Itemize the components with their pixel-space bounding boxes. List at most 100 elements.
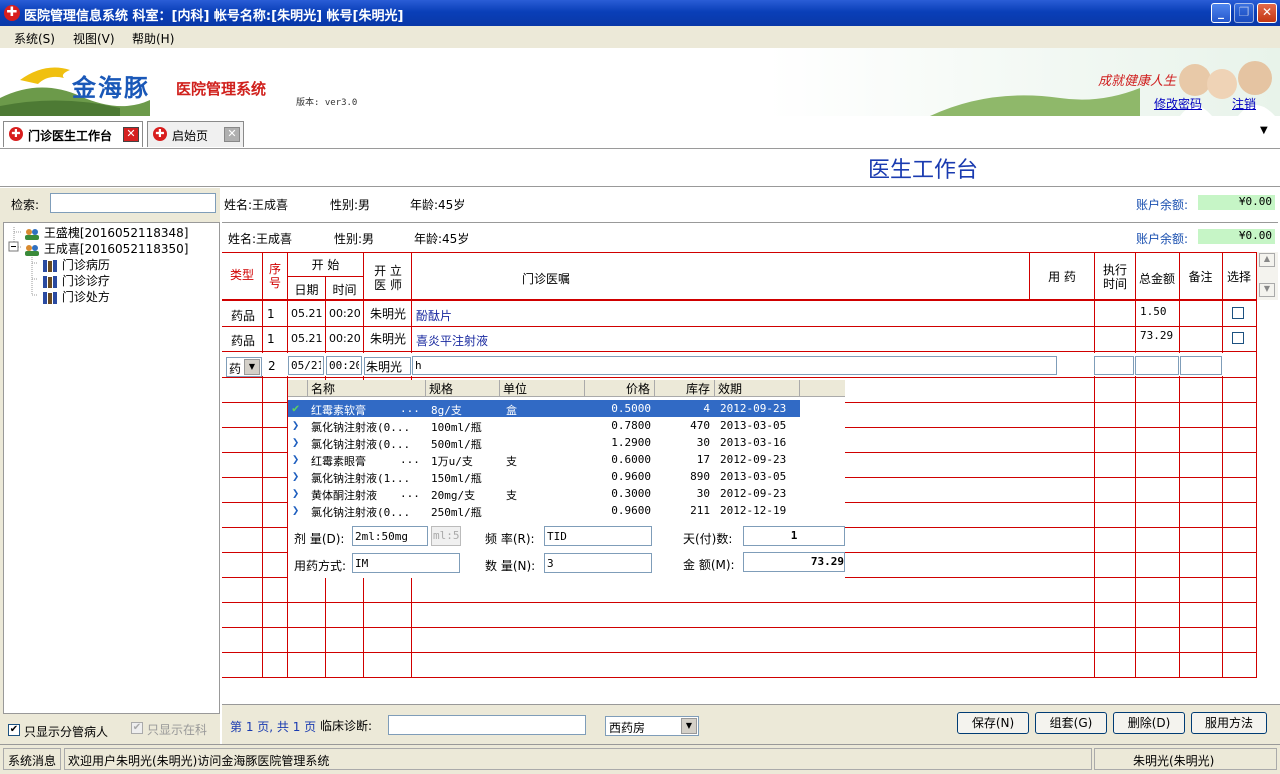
drug-spec: 150ml/瓶 bbox=[431, 472, 482, 485]
dose-input[interactable] bbox=[352, 526, 428, 546]
col-time: 时间 bbox=[332, 283, 357, 297]
tree-item-label: 门诊病历 bbox=[61, 258, 110, 272]
close-button[interactable]: ✕ bbox=[1257, 3, 1277, 23]
hospital-icon: ✚ bbox=[9, 127, 23, 141]
drug-name: 红霉素软膏 bbox=[311, 404, 366, 417]
dosage-form: 剂 量(D): ml:5 频 率(R): 天(付)数: 1 用药方式: 数 量(… bbox=[288, 520, 845, 578]
drug-dots: ... bbox=[400, 487, 420, 500]
edit-doctor[interactable]: 朱明光 bbox=[364, 357, 411, 375]
drug-col-price: 价格 bbox=[585, 380, 655, 397]
drug-row[interactable]: ❯ 红霉素眼膏... 1万u/支 支 0.6000 17 2012-09-23 bbox=[288, 451, 800, 468]
drug-expiry: 2013-03-05 bbox=[720, 419, 787, 432]
drug-col-unit: 单位 bbox=[500, 380, 585, 397]
dose-unit[interactable]: ml:5 bbox=[431, 526, 461, 546]
tree-item-label: 门诊诊疗 bbox=[61, 274, 110, 288]
only-mine-label: 只显示分管病人 bbox=[24, 725, 109, 739]
minimize-button[interactable]: _ bbox=[1211, 3, 1231, 23]
tree-item-patient[interactable]: 王盛槐[2016052118348] bbox=[24, 224, 188, 241]
search-input[interactable] bbox=[50, 193, 216, 213]
edit-seq: 2 bbox=[268, 359, 276, 373]
grid-scrollbar[interactable]: ▲ ▼ bbox=[1257, 252, 1278, 300]
drug-search-input[interactable] bbox=[412, 356, 1057, 375]
tree-item-patient[interactable]: 王成喜[2016052118350] bbox=[24, 240, 188, 257]
delete-button[interactable]: 删除(D) bbox=[1113, 712, 1185, 734]
chevron-right-icon: ❯ bbox=[292, 503, 300, 517]
scroll-up-icon[interactable]: ▲ bbox=[1259, 253, 1275, 267]
qty-input[interactable] bbox=[544, 553, 652, 573]
logo-text: 金海豚 bbox=[72, 73, 150, 102]
app-icon: ✚ bbox=[4, 5, 20, 21]
row-select-checkbox[interactable] bbox=[1232, 307, 1244, 319]
tree-item-outpatient-treatment[interactable]: 门诊诊疗 bbox=[42, 272, 110, 289]
menu-system[interactable]: 系统(S) bbox=[14, 30, 55, 47]
route-input[interactable] bbox=[352, 553, 460, 573]
balance-label-2: 账户余额: bbox=[1136, 232, 1189, 246]
row-order: 酚酞片 bbox=[416, 309, 453, 323]
drug-spec: 8g/支 bbox=[431, 404, 462, 417]
maximize-button[interactable]: ❐ bbox=[1234, 3, 1254, 23]
col-usage: 用 药 bbox=[1048, 270, 1076, 284]
drug-col-name: 名称 bbox=[308, 380, 426, 397]
drug-row[interactable]: ❯ 黄体酮注射液... 20mg/支 支 0.3000 30 2012-09-23 bbox=[288, 485, 800, 502]
tab-outpatient-workstation[interactable]: ✚ 门诊医生工作台 ✕ bbox=[3, 121, 143, 147]
edit-exec-time-input[interactable] bbox=[1094, 356, 1134, 375]
edit-date-input[interactable] bbox=[288, 356, 324, 375]
drug-name: 黄体酮注射液 bbox=[311, 489, 377, 502]
tab-label: 门诊医生工作台 bbox=[28, 129, 113, 143]
diagnosis-input[interactable] bbox=[388, 715, 586, 735]
drug-price: 1.2900 bbox=[611, 436, 651, 449]
patient-age-2: 年龄:45岁 bbox=[414, 232, 470, 246]
drug-row[interactable]: ❯ 氯化钠注射液(1... 150ml/瓶 0.9600 890 2013-03-05 bbox=[288, 468, 800, 485]
col-type: 类型 bbox=[229, 268, 254, 282]
pharmacy-value: 西药房 bbox=[609, 721, 646, 735]
type-select[interactable]: 药 ▼ bbox=[226, 357, 262, 377]
status-bar: 系统消息 欢迎用户朱明光(朱明光)访问金海豚医院管理系统 朱明光(朱明光) bbox=[0, 744, 1280, 774]
drug-row[interactable]: ❯ 氯化钠注射液(0... 500ml/瓶 1.2900 30 2013-03-16 bbox=[288, 434, 800, 451]
patient-tree: 王盛槐[2016052118348] 王成喜[2016052118350] 门诊… bbox=[3, 222, 220, 714]
col-seq: 序号 bbox=[268, 262, 281, 290]
only-mine-checkbox[interactable]: ✔ bbox=[8, 724, 20, 736]
scroll-down-icon[interactable]: ▼ bbox=[1259, 283, 1275, 297]
status-label: 系统消息 bbox=[3, 748, 61, 770]
drug-row[interactable]: ❯ 氯化钠注射液(0... 250ml/瓶 0.9600 211 2012-12-19 bbox=[288, 502, 800, 519]
col-exec-time: 执行时间 bbox=[1102, 263, 1127, 291]
patient-name-2: 姓名:王成喜 bbox=[228, 232, 293, 246]
logout-link[interactable]: 注销 bbox=[1232, 95, 1256, 112]
only-dept-checkbox[interactable]: ✔ bbox=[131, 722, 143, 734]
edit-total-input[interactable] bbox=[1135, 356, 1179, 375]
edit-note-input[interactable] bbox=[1180, 356, 1222, 375]
diagnosis-label: 临床诊断: bbox=[320, 717, 373, 734]
edit-time-input[interactable] bbox=[326, 356, 362, 375]
pharmacy-select[interactable]: 西药房 ▼ bbox=[605, 716, 699, 736]
tree-item-outpatient-record[interactable]: 门诊病历 bbox=[42, 256, 110, 273]
freq-input[interactable] bbox=[544, 526, 652, 546]
tree-item-prescription[interactable]: 门诊处方 bbox=[42, 288, 110, 305]
days-input[interactable]: 1 bbox=[743, 526, 845, 546]
drug-stock: 30 bbox=[696, 436, 710, 449]
drug-row[interactable]: ✔ 红霉素软膏... 8g/支 盒 0.5000 4 2012-09-23 bbox=[288, 400, 800, 417]
row-seq: 1 bbox=[267, 332, 275, 346]
col-date: 日期 bbox=[294, 283, 319, 297]
menu-view[interactable]: 视图(V) bbox=[73, 30, 115, 47]
row-type: 药品 bbox=[231, 334, 256, 348]
patient-name: 姓名:王成喜 bbox=[224, 198, 289, 212]
drug-expiry: 2012-09-23 bbox=[720, 487, 787, 500]
save-button[interactable]: 保存(N) bbox=[957, 712, 1029, 734]
drug-row[interactable]: ❯ 氯化钠注射液(0... 100ml/瓶 0.7800 470 2013-03-05 bbox=[288, 417, 800, 434]
close-tab-icon[interactable]: ✕ bbox=[123, 127, 139, 142]
change-password-link[interactable]: 修改密码 bbox=[1154, 95, 1202, 112]
menu-help[interactable]: 帮助(H) bbox=[132, 30, 174, 47]
row-select-checkbox[interactable] bbox=[1232, 332, 1244, 344]
row-doctor: 朱明光 bbox=[370, 307, 407, 321]
dose-label: 剂 量(D): bbox=[294, 532, 345, 546]
drug-list: 名称 规格 单位 价格 库存 效期 ✔ 红霉素软膏... 8g/支盒 0.5000 4 2… bbox=[288, 380, 845, 520]
tab-list-dropdown-icon[interactable]: ▼ bbox=[1260, 125, 1268, 136]
tab-start-page[interactable]: ✚ 启始页 ✕ bbox=[147, 121, 244, 147]
row-total: 1.50 bbox=[1140, 305, 1167, 318]
tree-item-label: 王盛槐[2016052118348] bbox=[43, 226, 189, 240]
usage-method-button[interactable]: 服用方法 bbox=[1191, 712, 1267, 734]
row-order: 喜炎平注射液 bbox=[416, 334, 489, 348]
close-tab-icon[interactable]: ✕ bbox=[224, 127, 240, 142]
group-button[interactable]: 组套(G) bbox=[1035, 712, 1107, 734]
drug-col-expiry: 效期 bbox=[715, 380, 800, 397]
